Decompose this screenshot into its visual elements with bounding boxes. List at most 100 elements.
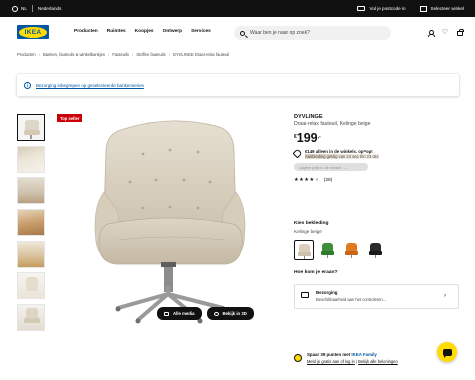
chair-stem-shape [327, 255, 329, 258]
truck-icon [301, 292, 309, 298]
offer-validity: Aanbieding geldig van 24 sep t/m 23 dec [305, 154, 379, 159]
product-rating[interactable]: ★★★★★ (29) [294, 177, 459, 183]
search-icon [240, 30, 245, 36]
lower-price-button[interactable]: Lagere prijs in de winkel → [294, 163, 368, 171]
nav-koopjes[interactable]: Koopjes [135, 29, 154, 34]
info-banner: i Bezorging inbegrepen op geselecteerde … [17, 74, 459, 96]
breadcrumb-item[interactable]: Fauteuils [112, 52, 129, 57]
logo-oval: IKEA [19, 26, 47, 38]
arrow-right-icon: → [343, 164, 348, 170]
ikea-logo[interactable]: IKEA [17, 25, 49, 39]
swatch-orange[interactable] [342, 240, 362, 260]
nav-ruimtes[interactable]: Ruimtes [107, 29, 126, 34]
3d-icon [213, 311, 219, 316]
banner-link[interactable]: Bezorging inbegrepen op geselecteerde ba… [36, 83, 144, 88]
store-icon [419, 5, 427, 12]
site-header: IKEA Producten Ruimtes Koopjes Ontwerp S… [0, 17, 475, 49]
thumbnail-image[interactable] [17, 272, 45, 300]
main-nav: Producten Ruimtes Koopjes Ontwerp Servic… [74, 29, 211, 34]
chair-base-shape [30, 135, 32, 139]
breadcrumb-current: DYVLINGE Draai-relax fauteuil [173, 52, 230, 57]
postcode-label: Vul je postcode in [369, 6, 406, 11]
store-button[interactable]: Selecteer winkel [419, 5, 464, 12]
breadcrumb-item[interactable]: Stoffen fauteuils [136, 52, 165, 57]
image-icon [164, 311, 169, 316]
store-offer: €149 alleen in de winkels. op=op! Aanbie… [292, 148, 459, 159]
info-icon: i [24, 81, 31, 89]
chevron-right-icon: › [444, 293, 446, 299]
heart-icon[interactable]: ♡ [442, 29, 448, 36]
all-media-label: Alle media [173, 311, 195, 316]
chair-seat-shape [24, 130, 40, 135]
chevron-right-icon: › [107, 52, 110, 57]
top-bar: NL Nederlands Vul je postcode in Selecte… [0, 0, 475, 17]
chair-stem-shape [304, 256, 306, 259]
price-decimals: ,- [317, 134, 321, 140]
family-icon [294, 354, 302, 362]
thumbnail-image[interactable] [17, 240, 45, 268]
chevron-right-icon: › [131, 52, 134, 57]
review-count: (29) [323, 177, 333, 183]
product-description: Draai-relax fauteuil, Kelinge beige [294, 121, 371, 127]
breadcrumb: Producten › Banken, fauteuils & winkelban… [17, 52, 229, 57]
breadcrumb-item[interactable]: Banken, fauteuils & winkelbankjes [43, 52, 105, 57]
delivery-option-title: Bezorging [316, 290, 338, 295]
price-tag-icon [292, 148, 303, 159]
swatch-green[interactable] [318, 240, 338, 260]
product-info: DYVLINGE Draai-relax fauteuil, Kelinge b… [292, 114, 459, 183]
cover-swatches [294, 240, 386, 260]
nav-services[interactable]: Services [191, 29, 211, 34]
cover-selected: Kelinge beige [294, 229, 322, 234]
thumbnail-image[interactable] [17, 209, 45, 237]
nav-ontwerp[interactable]: Ontwerp [163, 29, 182, 34]
delivery-option[interactable]: Bezorging Beschikbaarheid aan het contro… [294, 284, 459, 309]
top-seller-badge: Top seller [57, 114, 83, 122]
chevron-right-icon: › [38, 52, 41, 57]
family-promo: Spaar 39 punten met IKEA Family Meld je … [294, 352, 398, 364]
user-icon[interactable] [427, 30, 435, 37]
postcode-button[interactable]: Vul je postcode in [357, 6, 406, 11]
chair-seat-shape [24, 318, 40, 324]
search-bar[interactable] [234, 26, 391, 40]
family-brand: IKEA Family [351, 352, 377, 357]
chat-button[interactable] [437, 342, 457, 362]
lower-price-label: Lagere prijs in de winkel [299, 164, 341, 170]
view-3d-button[interactable]: Bekijk in 3D [206, 307, 254, 320]
search-input[interactable] [250, 30, 385, 36]
divider [31, 5, 33, 12]
country-name: Nederlands [37, 6, 62, 11]
star-rating-icon: ★★★★★ [294, 177, 320, 183]
chair-shape [26, 277, 38, 292]
truck-icon [357, 6, 366, 11]
globe-icon [12, 5, 18, 12]
chevron-right-icon: › [168, 52, 170, 57]
logo-text: IKEA [24, 28, 42, 36]
delivery-title: Hoe kom je eraan? [294, 270, 338, 275]
family-prefix: Spaar 39 punten met [307, 352, 352, 357]
thumbnail-image[interactable] [17, 114, 45, 141]
thumbnail-image[interactable] [17, 145, 45, 173]
thumbnail-image[interactable] [17, 304, 45, 332]
product-image[interactable] [58, 112, 278, 330]
chair-stem-shape [375, 255, 377, 258]
language-code: NL [21, 6, 27, 11]
breadcrumb-item[interactable]: Producten [17, 52, 36, 57]
family-points: Spaar 39 punten met IKEA Family [307, 352, 398, 357]
shopping-bag-icon[interactable] [457, 28, 464, 36]
nav-producten[interactable]: Producten [74, 29, 98, 34]
family-links: Meld je gratis aan of log in | Bekijk al… [307, 359, 398, 364]
all-media-button[interactable]: Alle media [157, 307, 202, 320]
cover-title: Kies bekleding [294, 221, 329, 226]
swatch-black[interactable] [366, 240, 386, 260]
family-rewards-link[interactable]: Bekijk alle beloningen [358, 359, 398, 364]
price-amount: 199 [296, 131, 318, 145]
family-login-link[interactable]: Meld je gratis aan of log in [307, 359, 355, 364]
product-price: € 199 ,- [294, 131, 459, 145]
store-label: Selecteer winkel [430, 6, 464, 11]
thumbnail-list [17, 114, 46, 336]
thumbnail-image[interactable] [17, 177, 45, 205]
delivery-option-status: Beschikbaarheid aan het controleren... [316, 297, 387, 302]
view-3d-label: Bekijk in 3D [222, 311, 247, 316]
swatch-beige[interactable] [294, 240, 314, 260]
language-selector[interactable]: NL Nederlands [12, 5, 61, 12]
